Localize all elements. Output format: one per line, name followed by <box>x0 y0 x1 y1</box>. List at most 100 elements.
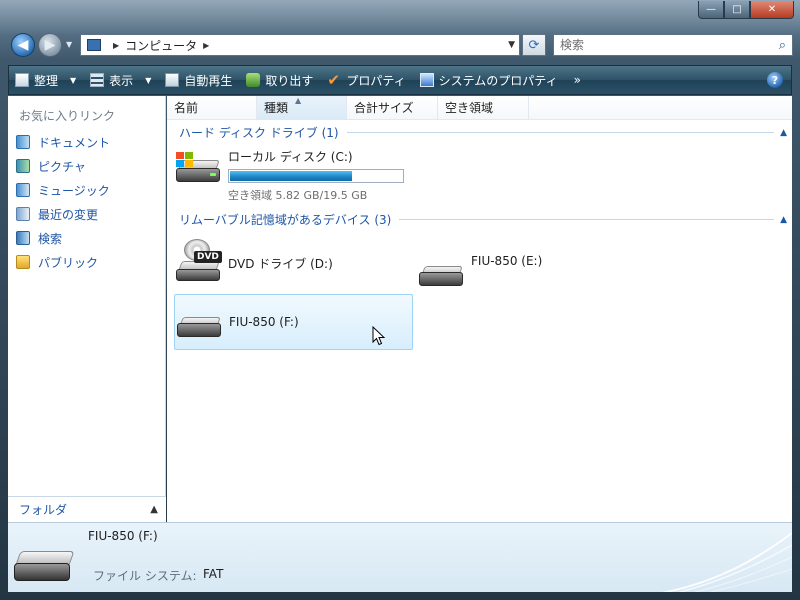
removable-drive-icon <box>175 303 223 343</box>
music-icon <box>16 183 30 197</box>
arrow-left-icon: ◀ <box>17 37 29 53</box>
group-header-removable[interactable]: リムーバブル記憶域があるデバイス (3) ▲ <box>179 211 787 228</box>
column-header-free-space[interactable]: 空き領域 <box>438 95 529 120</box>
sidebar-item-pictures[interactable]: ピクチャ <box>8 154 165 178</box>
group-divider <box>399 219 775 220</box>
sidebar-item-recent-changes[interactable]: 最近の変更 <box>8 202 165 226</box>
chevron-down-icon: ▼ <box>145 75 152 85</box>
breadcrumb-separator-icon[interactable]: ▶ <box>203 41 209 50</box>
drive-label: DVD ドライブ (D:) <box>228 257 333 271</box>
public-folder-icon <box>16 255 30 269</box>
eject-icon <box>246 73 261 87</box>
address-dropdown-icon[interactable]: ▼ <box>508 40 515 50</box>
chevron-down-icon: ▼ <box>70 75 77 85</box>
chevron-up-icon: ▲ <box>150 504 158 515</box>
pictures-icon <box>16 159 30 173</box>
column-header-label: 種類 <box>264 101 289 115</box>
column-header-type[interactable]: ▲ 種類 <box>257 95 347 120</box>
file-list-pane: 名前 ▲ 種類 合計サイズ 空き領域 ハード ディスク ドライブ (1) ▲ ロ… <box>167 95 792 522</box>
chevron-up-icon[interactable]: ▲ <box>780 128 787 138</box>
dvd-drive-icon: DVD <box>174 239 222 281</box>
search-box[interactable]: ⌕ <box>553 34 793 56</box>
drive-item-e[interactable]: FIU-850 (E:) <box>417 252 542 292</box>
checkmark-icon: ✔ <box>327 71 340 89</box>
details-file-system-value: FAT <box>203 567 224 581</box>
dvd-badge-icon: DVD <box>194 251 222 263</box>
arrow-right-icon: ▶ <box>44 37 56 53</box>
column-header-total-size[interactable]: 合計サイズ <box>347 95 438 120</box>
recent-changes-icon <box>16 207 30 221</box>
forward-button[interactable]: ▶ <box>38 33 62 57</box>
sidebar-item-music[interactable]: ミュージック <box>8 178 165 202</box>
drive-item-d[interactable]: DVD DVD ドライブ (D:) <box>174 239 333 281</box>
capacity-bar <box>228 169 404 183</box>
recent-pages-dropdown[interactable]: ▼ <box>66 40 72 49</box>
views-button[interactable]: 表示 ▼ <box>90 72 151 89</box>
eject-label: 取り出す <box>265 73 314 88</box>
group-header-hard-disks[interactable]: ハード ディスク ドライブ (1) ▲ <box>179 124 787 141</box>
details-file-system-label: ファイル システム: <box>93 569 197 583</box>
drive-item-c[interactable]: ローカル ディスク (C:) 空き領域 5.82 GB/19.5 GB <box>174 148 414 202</box>
organize-button[interactable]: 整理 ▼ <box>15 72 76 89</box>
details-pane: FIU-850 (F:) ファイル システム: FAT <box>8 522 792 592</box>
system-properties-label: システムのプロパティ <box>438 73 558 88</box>
toolbar-overflow-button[interactable]: » <box>574 73 581 87</box>
eject-button[interactable]: 取り出す <box>246 72 313 89</box>
column-header-label: 合計サイズ <box>354 101 414 115</box>
views-label: 表示 <box>109 73 134 88</box>
address-bar[interactable]: ▶ コンピュータ ▶ ▼ <box>80 34 520 56</box>
refresh-icon: ⟳ <box>528 37 540 53</box>
breadcrumb-computer[interactable]: コンピュータ <box>125 37 197 54</box>
back-button[interactable]: ◀ <box>11 33 35 57</box>
favorite-links-heading: お気に入りリンク <box>19 109 116 123</box>
column-header-name[interactable]: 名前 <box>167 95 257 120</box>
minimize-button[interactable]: — <box>698 1 724 19</box>
column-headers: 名前 ▲ 種類 合計サイズ 空き領域 <box>167 95 792 120</box>
removable-drive-icon <box>417 252 465 292</box>
command-toolbar: 整理 ▼ 表示 ▼ 自動再生 取り出す ✔ プロパティ システムのプロパティ »… <box>8 65 792 95</box>
properties-label: プロパティ <box>346 73 406 88</box>
hard-disk-icon <box>174 148 222 188</box>
decorative-swoosh <box>661 532 792 592</box>
monitor-icon <box>419 73 434 87</box>
close-button[interactable]: ✕ <box>750 1 794 19</box>
drive-label: ローカル ディスク (C:) <box>228 150 353 164</box>
sidebar-item-public[interactable]: パブリック <box>8 250 165 274</box>
breadcrumb-separator-icon[interactable]: ▶ <box>113 41 119 50</box>
search-icon[interactable]: ⌕ <box>779 38 786 53</box>
removable-drive-icon <box>12 541 76 589</box>
properties-button[interactable]: ✔ プロパティ <box>327 72 405 89</box>
autoplay-button[interactable]: 自動再生 <box>165 72 232 89</box>
mouse-pointer-icon <box>372 326 386 346</box>
sort-ascending-icon: ▲ <box>295 95 302 105</box>
sidebar-item-documents[interactable]: ドキュメント <box>8 130 165 154</box>
window-frame: — □ ✕ ◀ ▶ ▼ ▶ コンピュータ ▶ ▼ ⟳ ⌕ 整理 ▼ 表示 ▼ <box>0 0 800 600</box>
details-item-name: FIU-850 (F:) <box>88 529 158 543</box>
documents-icon <box>16 135 30 149</box>
navigation-pane: お気に入りリンク ドキュメント ピクチャ ミュージック 最近の変更 検索 パブリ… <box>8 96 166 522</box>
help-icon[interactable]: ? <box>767 72 783 88</box>
chevron-up-icon[interactable]: ▲ <box>780 215 787 225</box>
autoplay-label: 自動再生 <box>184 73 233 88</box>
column-header-label: 空き領域 <box>445 101 494 115</box>
folders-toggle[interactable]: フォルダ ▲ <box>8 496 166 522</box>
views-icon <box>90 73 105 87</box>
maximize-button[interactable]: □ <box>724 1 750 19</box>
sidebar-item-label: ピクチャ <box>38 159 86 174</box>
system-properties-button[interactable]: システムのプロパティ <box>419 72 558 89</box>
organize-label: 整理 <box>34 73 59 88</box>
windows-logo-icon <box>176 152 194 168</box>
refresh-button[interactable]: ⟳ <box>522 34 546 56</box>
group-title: リムーバブル記憶域があるデバイス (3) <box>179 213 392 227</box>
computer-icon <box>87 39 101 51</box>
group-divider <box>346 132 775 133</box>
window-controls: — □ ✕ <box>698 1 794 19</box>
search-input[interactable] <box>560 38 760 52</box>
sidebar-item-searches[interactable]: 検索 <box>8 226 165 250</box>
searches-icon <box>16 231 30 245</box>
folders-label: フォルダ <box>19 503 68 517</box>
sidebar-item-label: パブリック <box>38 255 99 270</box>
sidebar-item-label: 最近の変更 <box>38 207 99 222</box>
autoplay-icon <box>165 73 180 87</box>
group-title: ハード ディスク ドライブ (1) <box>179 126 339 140</box>
